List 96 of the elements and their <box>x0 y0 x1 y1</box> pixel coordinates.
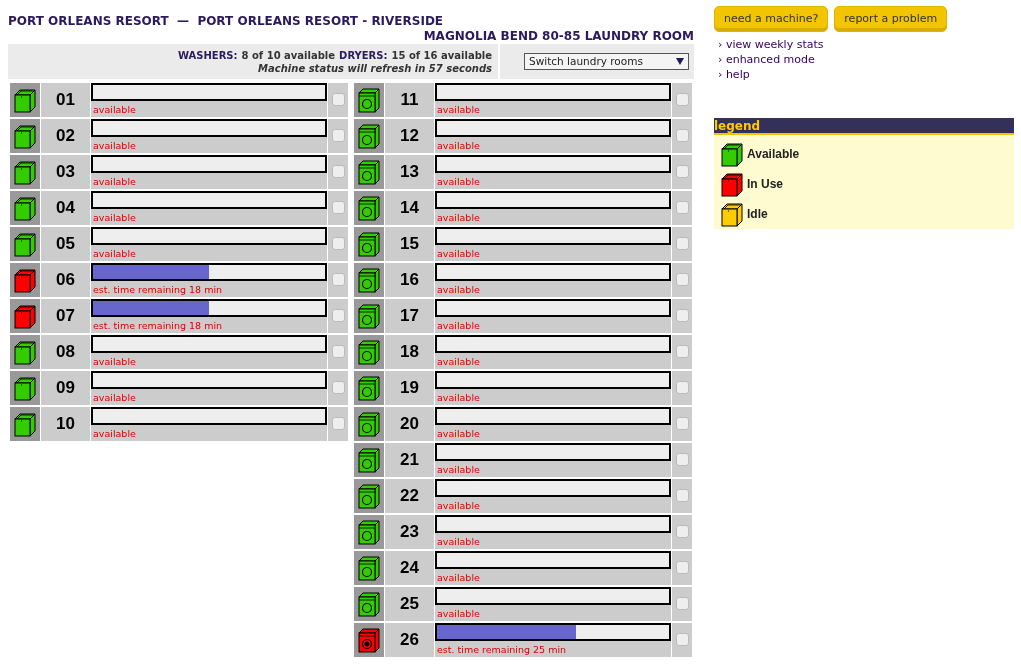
machine-number: 05 <box>56 233 75 256</box>
machine-status: available <box>437 392 480 404</box>
machine-number: 09 <box>56 377 75 400</box>
checkbox[interactable] <box>675 489 689 502</box>
machine-number: 04 <box>56 197 75 220</box>
machine-number: 14 <box>400 197 419 220</box>
checkbox[interactable] <box>675 345 689 358</box>
machine-number: 01 <box>56 89 75 112</box>
checkbox[interactable] <box>675 453 689 466</box>
machine-number: 17 <box>400 305 419 328</box>
machine-status: available <box>437 212 480 224</box>
machine-number: 18 <box>400 341 419 364</box>
availability-count: 15 of 16 available <box>391 48 492 62</box>
checkbox[interactable] <box>331 381 345 394</box>
checkbox[interactable] <box>331 273 345 286</box>
legend-label: Idle <box>747 206 768 223</box>
machine-status: available <box>437 176 480 188</box>
availability-count: 8 of 10 available <box>241 48 336 62</box>
legend-title: legend <box>714 118 761 133</box>
resort-title: PORT ORLEANS RESORT — PORT ORLEANS RESORT - RIVERSIDE <box>8 14 444 29</box>
machine-number: 26 <box>400 629 419 652</box>
checkbox[interactable] <box>331 309 345 322</box>
action-button[interactable]: report a problem <box>834 6 948 32</box>
machine-status: available <box>437 464 480 476</box>
laundry-room-title: MAGNOLIA BEND 80-85 LAUNDRY ROOM <box>423 29 694 43</box>
checkbox[interactable] <box>331 129 345 142</box>
machine-status: est. time remaining 18 min <box>93 320 223 332</box>
checkbox[interactable] <box>331 165 345 178</box>
machine-status: available <box>437 536 480 548</box>
machine-number: 02 <box>56 125 75 148</box>
checkbox[interactable] <box>675 129 689 142</box>
machine-status: available <box>93 212 136 224</box>
legend-label: Available <box>747 146 800 163</box>
machine-status: available <box>93 104 136 116</box>
machine-number: 10 <box>56 413 75 436</box>
checkbox[interactable] <box>675 561 689 574</box>
legend-label: In Use <box>747 176 783 193</box>
machine-status: available <box>437 428 480 440</box>
checkbox[interactable] <box>675 381 689 394</box>
checkbox[interactable] <box>675 525 689 538</box>
machine-number: 20 <box>400 413 419 436</box>
checkbox[interactable] <box>675 633 689 646</box>
checkbox[interactable] <box>675 273 689 286</box>
checkbox[interactable] <box>675 597 689 610</box>
machine-status: available <box>437 608 480 620</box>
checkbox[interactable] <box>331 201 345 214</box>
machine-number: 07 <box>56 305 75 328</box>
machine-number: 24 <box>400 557 419 580</box>
machine-status: available <box>437 320 480 332</box>
machine-status: available <box>93 356 136 368</box>
action-button[interactable]: need a machine? <box>714 6 829 32</box>
machine-number: 03 <box>56 161 75 184</box>
caret-icon <box>676 58 684 65</box>
machine-status: available <box>93 392 136 404</box>
machine-status: available <box>437 572 480 584</box>
checkbox[interactable] <box>675 165 689 178</box>
machine-status: available <box>93 248 136 260</box>
machine-status: available <box>93 428 136 440</box>
machine-number: 13 <box>400 161 419 184</box>
machine-number: 19 <box>400 377 419 400</box>
machine-status: available <box>437 284 480 296</box>
checkbox[interactable] <box>675 417 689 430</box>
checkbox[interactable] <box>675 201 689 214</box>
machine-number: 22 <box>400 485 419 508</box>
refresh-note: Machine status will refresh in 57 seconds <box>258 61 492 75</box>
sidebar-link[interactable]: › help <box>718 67 750 82</box>
machine-status: available <box>437 500 480 512</box>
machine-number: 15 <box>400 233 419 256</box>
checkbox[interactable] <box>331 417 345 430</box>
checkbox[interactable] <box>675 237 689 250</box>
sidebar-link[interactable]: › enhanced mode <box>718 52 815 67</box>
machine-status: available <box>437 356 480 368</box>
machine-type-label: DRYERS: <box>339 48 388 62</box>
machine-status: available <box>437 248 480 260</box>
machine-number: 08 <box>56 341 75 364</box>
machine-number: 12 <box>400 125 419 148</box>
checkbox[interactable] <box>331 93 345 106</box>
checkbox[interactable] <box>331 345 345 358</box>
checkbox[interactable] <box>675 309 689 322</box>
machine-number: 23 <box>400 521 419 544</box>
machine-status: available <box>93 176 136 188</box>
machine-status: available <box>437 104 480 116</box>
checkbox[interactable] <box>675 93 689 106</box>
machine-status: available <box>93 140 136 152</box>
machine-status: available <box>437 140 480 152</box>
machine-type-label: WASHERS: <box>177 48 238 62</box>
machine-number: 21 <box>400 449 419 472</box>
room-select[interactable]: Switch laundry rooms <box>524 53 689 70</box>
checkbox[interactable] <box>331 237 345 250</box>
machine-number: 16 <box>400 269 419 292</box>
sidebar-link[interactable]: › view weekly stats <box>718 37 824 52</box>
machine-number: 06 <box>56 269 75 292</box>
machine-number: 25 <box>400 593 419 616</box>
machine-number: 11 <box>400 89 419 112</box>
machine-status: est. time remaining 25 min <box>437 644 567 656</box>
machine-status: est. time remaining 18 min <box>93 284 223 296</box>
